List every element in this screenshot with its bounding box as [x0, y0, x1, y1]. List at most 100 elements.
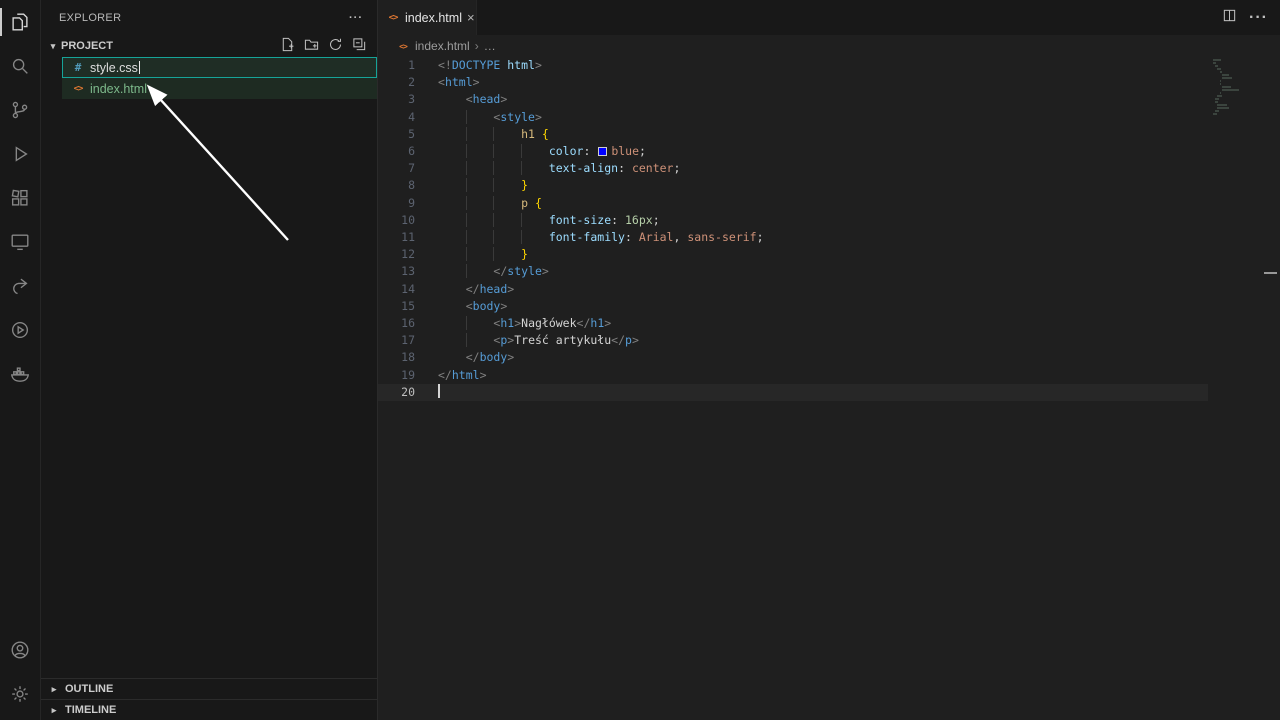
- code-line-18[interactable]: 18 </body>: [378, 349, 1208, 366]
- explorer-icon[interactable]: [0, 0, 40, 44]
- line-number: 7: [378, 160, 415, 177]
- editor-group: <> index.html × ··· <> index.html › … 1<…: [378, 0, 1280, 720]
- code-editor[interactable]: 1<!DOCTYPE html>2<html>3 <head>4 <style>…: [378, 57, 1280, 720]
- split-editor-icon[interactable]: [1222, 8, 1237, 28]
- line-number: 15: [378, 298, 415, 315]
- new-folder-icon[interactable]: [304, 37, 319, 55]
- color-swatch-icon[interactable]: [598, 147, 607, 156]
- breadcrumb-separator-icon: ›: [475, 39, 479, 53]
- code-line-4[interactable]: 4 <style>: [378, 109, 1208, 126]
- text-caret: [139, 61, 140, 74]
- refresh-icon[interactable]: [328, 37, 343, 55]
- line-number: 17: [378, 332, 415, 349]
- live-share-icon[interactable]: [0, 264, 40, 308]
- line-number: 12: [378, 246, 415, 263]
- code-line-1[interactable]: 1<!DOCTYPE html>: [378, 57, 1208, 74]
- code-lines: 1<!DOCTYPE html>2<html>3 <head>4 <style>…: [378, 57, 1208, 401]
- minimap[interactable]: [1213, 59, 1261, 119]
- line-number: 14: [378, 281, 415, 298]
- breadcrumb-file[interactable]: index.html: [415, 39, 470, 53]
- code-line-17[interactable]: 17 <p>Treść artykułu</p>: [378, 332, 1208, 349]
- html-file-icon: <>: [71, 84, 85, 94]
- extensions-icon[interactable]: [0, 176, 40, 220]
- project-section-header[interactable]: ▾ PROJECT: [41, 35, 377, 57]
- code-line-10[interactable]: 10 font-size: 16px;: [378, 212, 1208, 229]
- file-label: index.html: [90, 82, 147, 96]
- tab-bar: <> index.html × ···: [378, 0, 1280, 35]
- sidebar-bottom-sections: ▸ OUTLINE ▸ TIMELINE: [41, 678, 377, 720]
- source-control-icon[interactable]: [0, 88, 40, 132]
- tab-label: index.html: [405, 11, 462, 25]
- line-number: 10: [378, 212, 415, 229]
- code-line-2[interactable]: 2<html>: [378, 74, 1208, 91]
- account-icon[interactable]: [0, 628, 40, 672]
- code-line-8[interactable]: 8 }: [378, 177, 1208, 194]
- explorer-sidebar: EXPLORER ··· ▾ PROJECT # <> index.html: [41, 0, 378, 720]
- line-number: 11: [378, 229, 415, 246]
- file-rename-row[interactable]: #: [62, 57, 377, 78]
- chevron-down-icon: ▾: [45, 41, 61, 52]
- line-number: 13: [378, 263, 415, 280]
- activity-bar-bottom: [0, 628, 40, 720]
- project-section-actions: [280, 37, 367, 55]
- timeline-section[interactable]: ▸ TIMELINE: [41, 699, 377, 720]
- line-number: 18: [378, 349, 415, 366]
- line-number: 20: [378, 384, 415, 401]
- line-number: 16: [378, 315, 415, 332]
- activity-bar: [0, 0, 41, 720]
- line-number: 5: [378, 126, 415, 143]
- settings-icon[interactable]: [0, 672, 40, 716]
- chevron-right-icon: ▸: [47, 705, 61, 716]
- code-line-7[interactable]: 7 text-align: center;: [378, 160, 1208, 177]
- docker-icon[interactable]: [0, 352, 40, 396]
- line-number: 6: [378, 143, 415, 160]
- line-number: 3: [378, 91, 415, 108]
- code-line-5[interactable]: 5 h1 {: [378, 126, 1208, 143]
- code-line-11[interactable]: 11 font-family: Arial, sans-serif;: [378, 229, 1208, 246]
- breadcrumb[interactable]: <> index.html › …: [378, 35, 1280, 57]
- editor-actions: ···: [1222, 0, 1280, 35]
- breadcrumb-more[interactable]: …: [484, 39, 496, 53]
- html-file-icon: <>: [396, 42, 410, 51]
- file-tree: # <> index.html: [62, 57, 377, 99]
- line-number: 19: [378, 367, 415, 384]
- outline-label: OUTLINE: [65, 683, 113, 695]
- search-icon[interactable]: [0, 44, 40, 88]
- vscode-window: EXPLORER ··· ▾ PROJECT # <> index.html: [0, 0, 1280, 720]
- outline-section[interactable]: ▸ OUTLINE: [41, 678, 377, 699]
- code-line-12[interactable]: 12 }: [378, 246, 1208, 263]
- editor-more-actions-icon[interactable]: ···: [1249, 9, 1268, 27]
- live-preview-icon[interactable]: [0, 308, 40, 352]
- line-number: 8: [378, 177, 415, 194]
- explorer-title: EXPLORER: [59, 12, 121, 24]
- run-debug-icon[interactable]: [0, 132, 40, 176]
- code-line-15[interactable]: 15 <body>: [378, 298, 1208, 315]
- remote-explorer-icon[interactable]: [0, 220, 40, 264]
- file-item-index-html[interactable]: <> index.html: [62, 78, 377, 99]
- explorer-header: EXPLORER ···: [41, 0, 377, 35]
- code-line-13[interactable]: 13 </style>: [378, 263, 1208, 280]
- close-tab-icon[interactable]: ×: [467, 10, 475, 25]
- timeline-label: TIMELINE: [65, 704, 116, 716]
- code-line-9[interactable]: 9 p {: [378, 195, 1208, 212]
- code-line-6[interactable]: 6 color: blue;: [378, 143, 1208, 160]
- code-line-20[interactable]: 20: [378, 384, 1208, 401]
- collapse-all-icon[interactable]: [352, 37, 367, 55]
- line-number: 1: [378, 57, 415, 74]
- overview-ruler-mark: [1264, 272, 1277, 274]
- css-file-icon: #: [71, 61, 85, 74]
- code-line-3[interactable]: 3 <head>: [378, 91, 1208, 108]
- code-line-19[interactable]: 19</html>: [378, 367, 1208, 384]
- line-number: 2: [378, 74, 415, 91]
- code-line-14[interactable]: 14 </head>: [378, 281, 1208, 298]
- code-line-16[interactable]: 16 <h1>Nagłówek</h1>: [378, 315, 1208, 332]
- line-number: 4: [378, 109, 415, 126]
- explorer-more-actions-icon[interactable]: ···: [349, 12, 363, 24]
- rename-input[interactable]: [90, 61, 376, 75]
- html-file-icon: <>: [386, 13, 400, 23]
- project-section-label: PROJECT: [61, 40, 113, 52]
- tab-index-html[interactable]: <> index.html ×: [378, 0, 477, 35]
- activity-bar-top: [0, 0, 40, 396]
- new-file-icon[interactable]: [280, 37, 295, 55]
- editor-caret: [438, 384, 440, 398]
